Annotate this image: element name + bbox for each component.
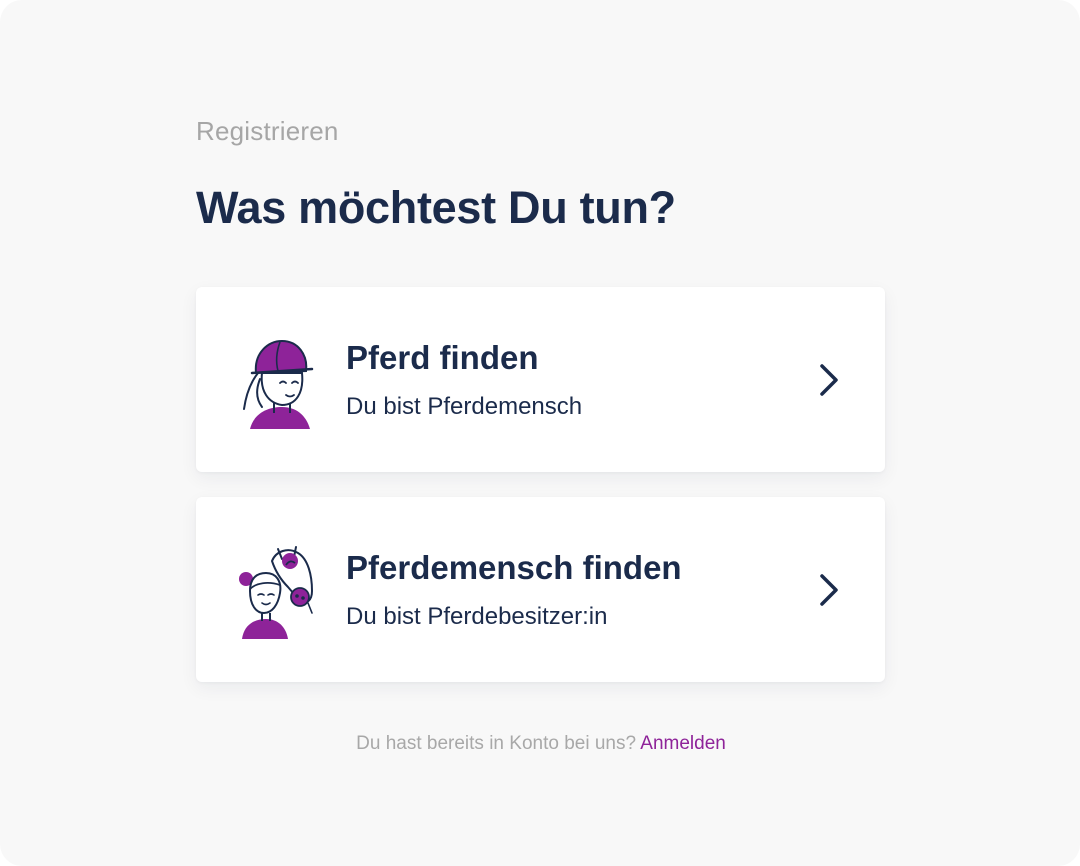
option-title: Pferdemensch finden (346, 549, 682, 586)
login-prompt: Du hast bereits in Konto bei uns? Anmeld… (196, 733, 886, 755)
page-title: Was möchtest Du tun? (196, 182, 676, 233)
chevron-right-icon (820, 364, 838, 396)
chevron-right-icon (820, 574, 838, 606)
login-prompt-text: Du hast bereits in Konto bei uns? (356, 733, 637, 754)
option-subtitle: Du bist Pferdemensch (346, 393, 583, 420)
login-link[interactable]: Anmelden (640, 733, 726, 754)
option-card-find-horseperson[interactable]: Pferdemensch finden Du bist Pferdebesitz… (196, 497, 885, 682)
option-subtitle: Du bist Pferdebesitzer:in (346, 603, 608, 630)
page-background: Registrieren Was möchtest Du tun? Pferd … (0, 0, 1080, 866)
step-label: Registrieren (196, 116, 339, 146)
rider-with-helmet-icon (243, 339, 314, 429)
option-card-find-horse[interactable]: Pferd finden Du bist Pferdemensch (196, 287, 885, 472)
person-with-horse-icon (239, 546, 314, 639)
option-title: Pferd finden (346, 339, 539, 376)
